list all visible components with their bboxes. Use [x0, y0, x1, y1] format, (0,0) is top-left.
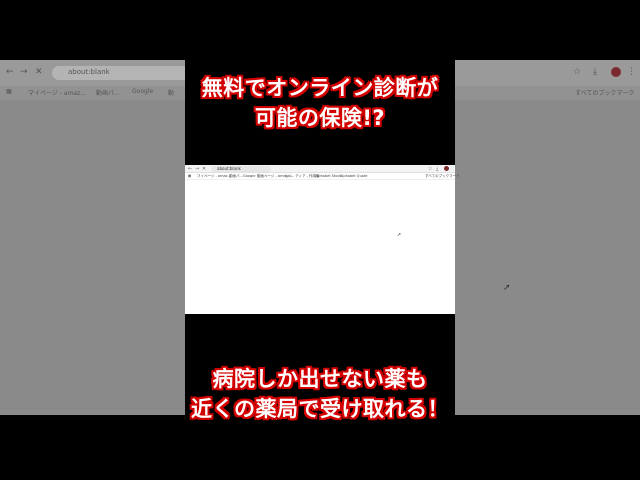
star-icon[interactable]: ☆	[428, 166, 432, 172]
mini-browser-window: ← → ✕ about:blank ☆ ⤓ ▦ マイページ - amaz... …	[185, 165, 460, 314]
bookmark-item[interactable]: Alphabet Stock	[315, 174, 342, 179]
apps-icon[interactable]: ▦	[188, 174, 191, 179]
mini-toolbar: ← → ✕ about:blank ☆ ⤓	[185, 165, 455, 173]
headline-top-line1: 無料でオンライン診断が	[201, 76, 439, 100]
bookmark-item[interactable]: 動画パ...	[229, 174, 243, 179]
back-icon[interactable]: ←	[188, 166, 192, 172]
bookmark-item[interactable]: Google	[243, 174, 255, 179]
close-icon[interactable]: ✕	[202, 166, 206, 172]
bookmark-item[interactable]: Alphabet Quote	[340, 174, 367, 179]
bookmark-item[interactable]: マイページ - amaz...	[197, 174, 231, 179]
mouse-cursor-icon: ➚	[397, 232, 402, 238]
mouse-cursor-icon: ➚	[503, 283, 511, 293]
headline-bottom-line2: 近くの薬局で受け取れる！	[191, 397, 449, 421]
headline-top-line2: 可能の保険!?	[254, 106, 386, 130]
download-icon[interactable]: ⤓	[436, 166, 438, 172]
video-frame: ← → ✕ about:blank ☆ ⤓ ⋮ ▦ マイページ - amaz..…	[0, 0, 640, 480]
forward-icon[interactable]: →	[195, 166, 199, 172]
avatar[interactable]	[444, 166, 449, 171]
all-bookmarks-folder[interactable]: すべてのブックマーク	[425, 174, 460, 179]
headline-bottom-line1: 病院しか出せない薬も	[212, 367, 428, 391]
headline-top: 無料でオンライン診断が 可能の保険!?	[0, 73, 640, 133]
mini-address-bar[interactable]: about:blank	[211, 166, 271, 172]
headline-bottom: 病院しか出せない薬も 近くの薬局で受け取れる！	[0, 364, 640, 424]
mini-bookmarks-bar: ▦ マイページ - amaz... 動画パ... Google 動画ページ - …	[185, 173, 460, 180]
